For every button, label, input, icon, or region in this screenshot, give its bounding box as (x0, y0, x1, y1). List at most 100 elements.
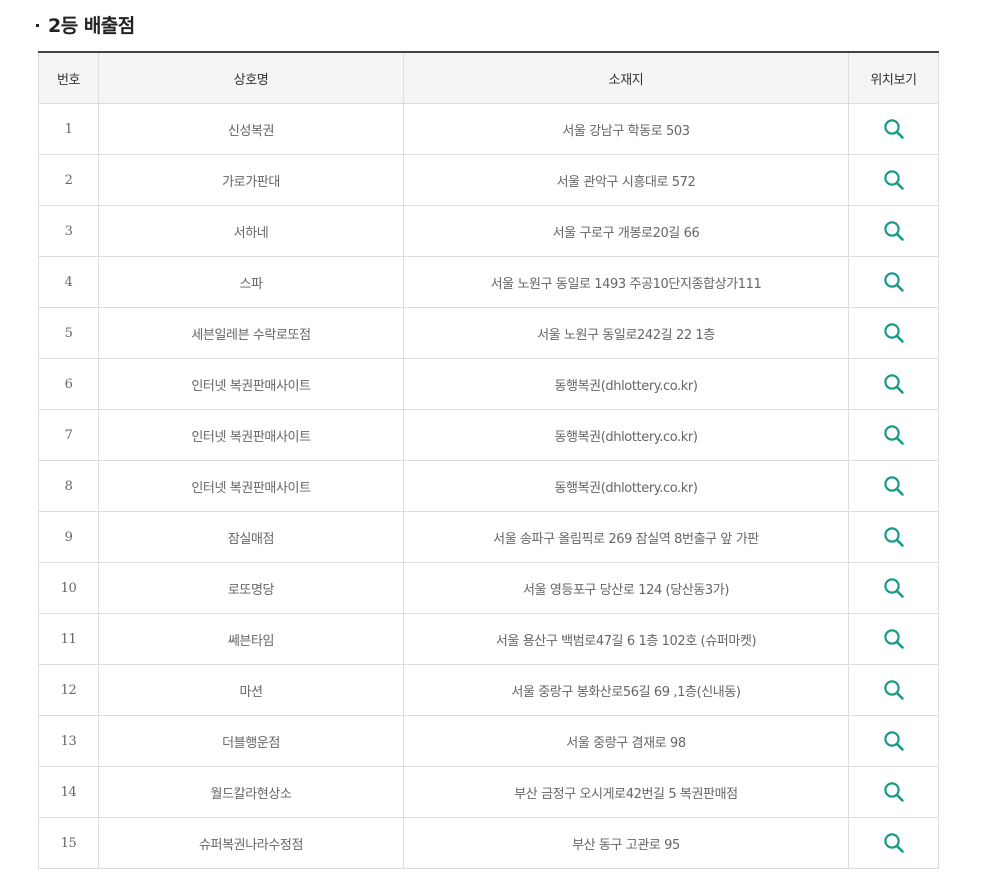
location-cell (848, 154, 939, 206)
table-row: 5 세븐일레븐 수락로또점 서울 노원구 동일로242길 22 1층 (38, 307, 939, 359)
location-cell (848, 817, 939, 869)
store-name: 더블행운점 (98, 715, 404, 767)
row-number: 8 (38, 460, 99, 512)
row-number: 2 (38, 154, 99, 206)
row-number: 14 (38, 766, 99, 818)
search-icon[interactable] (883, 679, 905, 701)
table-row: 8 인터넷 복권판매사이트 동행복권(dhlottery.co.kr) (38, 460, 939, 512)
search-icon[interactable] (883, 781, 905, 803)
store-name: 세븐일레븐 수락로또점 (98, 307, 404, 359)
location-cell (848, 562, 939, 614)
store-address: 서울 중랑구 겸재로 98 (403, 715, 849, 767)
store-name: 신성복권 (98, 103, 404, 155)
store-name: 슈퍼복권나라수정점 (98, 817, 404, 869)
store-address: 서울 영등포구 당산로 124 (당산동3가) (403, 562, 849, 614)
search-icon[interactable] (883, 220, 905, 242)
search-icon[interactable] (883, 730, 905, 752)
row-number: 12 (38, 664, 99, 716)
row-number: 15 (38, 817, 99, 869)
table-header-row: 번호 상호명 소재지 위치보기 (38, 52, 939, 104)
search-icon[interactable] (883, 832, 905, 854)
store-address: 동행복권(dhlottery.co.kr) (403, 409, 849, 461)
location-cell (848, 205, 939, 257)
store-address: 서울 용산구 백범로47길 6 1층 102호 (슈퍼마켓) (403, 613, 849, 665)
table-row: 9 잠실매점 서울 송파구 올림픽로 269 잠실역 8번출구 앞 가판 (38, 511, 939, 563)
row-number: 7 (38, 409, 99, 461)
location-cell (848, 358, 939, 410)
store-name: 마션 (98, 664, 404, 716)
location-cell (848, 460, 939, 512)
row-number: 1 (38, 103, 99, 155)
store-address: 서울 구로구 개봉로20길 66 (403, 205, 849, 257)
row-number: 10 (38, 562, 99, 614)
search-icon[interactable] (883, 373, 905, 395)
store-address: 동행복권(dhlottery.co.kr) (403, 358, 849, 410)
store-address: 서울 노원구 동일로 1493 주공10단지종합상가111 (403, 256, 849, 308)
table-row: 12 마션 서울 중랑구 봉화산로56길 69 ,1층(신내동) (38, 664, 939, 716)
search-icon[interactable] (883, 475, 905, 497)
table-row: 7 인터넷 복권판매사이트 동행복권(dhlottery.co.kr) (38, 409, 939, 461)
table-row: 2 가로가판대 서울 관악구 시흥대로 572 (38, 154, 939, 206)
header-address: 소재지 (403, 52, 849, 104)
store-address: 부산 금정구 오시게로42번길 5 복권판매점 (403, 766, 849, 818)
store-name: 인터넷 복권판매사이트 (98, 358, 404, 410)
header-no: 번호 (38, 52, 99, 104)
search-icon[interactable] (883, 322, 905, 344)
table-row: 15 슈퍼복권나라수정점 부산 동구 고관로 95 (38, 817, 939, 869)
row-number: 9 (38, 511, 99, 563)
table-row: 14 월드칼라현상소 부산 금정구 오시게로42번길 5 복권판매점 (38, 766, 939, 818)
row-number: 5 (38, 307, 99, 359)
row-number: 6 (38, 358, 99, 410)
location-cell (848, 511, 939, 563)
table-body: 1 신성복권 서울 강남구 학동로 503 2 가로가판대 서울 관악구 시흥대로 572… (38, 103, 939, 869)
store-name: 가로가판대 (98, 154, 404, 206)
store-name: 로또명당 (98, 562, 404, 614)
bullet-icon (36, 23, 39, 27)
row-number: 3 (38, 205, 99, 257)
row-number: 11 (38, 613, 99, 665)
section-title-text: 2등 배출점 (48, 14, 135, 37)
table-row: 11 쎄븐타임 서울 용산구 백범로47길 6 1층 102호 (슈퍼마켓) (38, 613, 939, 665)
search-icon[interactable] (883, 628, 905, 650)
store-name: 쎄븐타임 (98, 613, 404, 665)
table-row: 1 신성복권 서울 강남구 학동로 503 (38, 103, 939, 155)
table-row: 13 더블행운점 서울 중랑구 겸재로 98 (38, 715, 939, 767)
header-location: 위치보기 (848, 52, 939, 104)
store-address: 서울 중랑구 봉화산로56길 69 ,1층(신내동) (403, 664, 849, 716)
store-name: 월드칼라현상소 (98, 766, 404, 818)
table-row: 10 로또명당 서울 영등포구 당산로 124 (당산동3가) (38, 562, 939, 614)
search-icon[interactable] (883, 271, 905, 293)
store-name: 인터넷 복권판매사이트 (98, 409, 404, 461)
location-cell (848, 256, 939, 308)
table-row: 4 스파 서울 노원구 동일로 1493 주공10단지종합상가111 (38, 256, 939, 308)
search-icon[interactable] (883, 169, 905, 191)
location-cell (848, 613, 939, 665)
location-cell (848, 664, 939, 716)
table-row: 6 인터넷 복권판매사이트 동행복권(dhlottery.co.kr) (38, 358, 939, 410)
header-name: 상호명 (98, 52, 404, 104)
winners-table: 번호 상호명 소재지 위치보기 1 신성복권 서울 강남구 학동로 503 2 가로가판… (38, 51, 939, 869)
store-address: 서울 노원구 동일로242길 22 1층 (403, 307, 849, 359)
section-title: 2등 배출점 (36, 10, 135, 38)
location-cell (848, 307, 939, 359)
store-address: 서울 강남구 학동로 503 (403, 103, 849, 155)
store-address: 부산 동구 고관로 95 (403, 817, 849, 869)
row-number: 13 (38, 715, 99, 767)
store-address: 서울 송파구 올림픽로 269 잠실역 8번출구 앞 가판 (403, 511, 849, 563)
store-name: 잠실매점 (98, 511, 404, 563)
store-name: 서하네 (98, 205, 404, 257)
table-row: 3 서하네 서울 구로구 개봉로20길 66 (38, 205, 939, 257)
store-address: 동행복권(dhlottery.co.kr) (403, 460, 849, 512)
location-cell (848, 103, 939, 155)
search-icon[interactable] (883, 424, 905, 446)
search-icon[interactable] (883, 526, 905, 548)
row-number: 4 (38, 256, 99, 308)
location-cell (848, 715, 939, 767)
store-address: 서울 관악구 시흥대로 572 (403, 154, 849, 206)
search-icon[interactable] (883, 577, 905, 599)
location-cell (848, 409, 939, 461)
location-cell (848, 766, 939, 818)
store-name: 인터넷 복권판매사이트 (98, 460, 404, 512)
search-icon[interactable] (883, 118, 905, 140)
store-name: 스파 (98, 256, 404, 308)
